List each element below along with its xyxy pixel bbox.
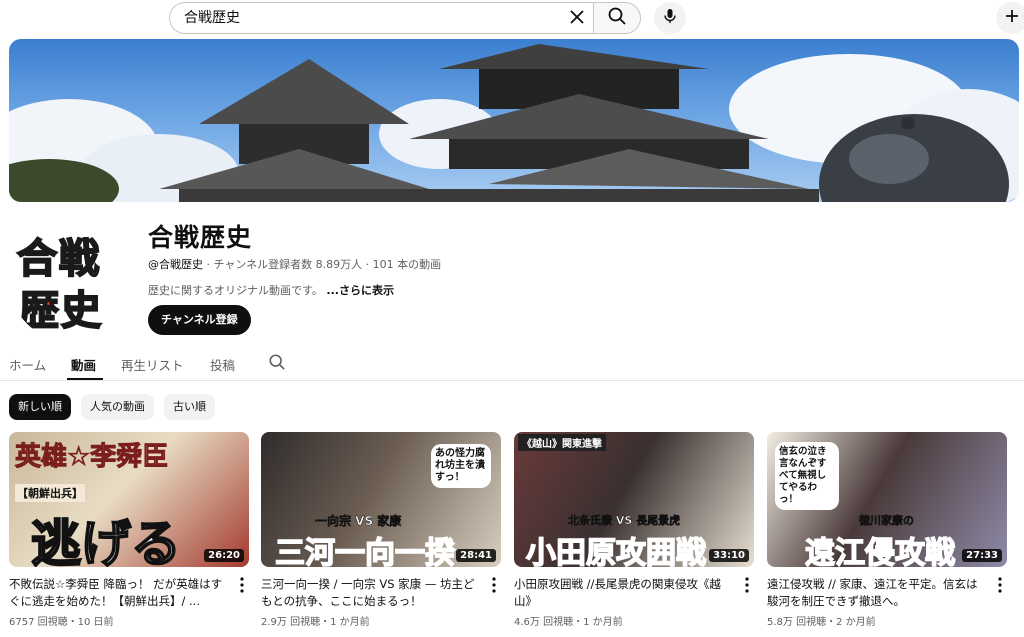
tab-home[interactable]: ホーム [9,355,46,374]
mic-icon [661,7,679,29]
tab-videos[interactable]: 動画 [71,355,96,374]
thumbnail-main-text: 小田原攻囲戦 [525,535,707,567]
channel-avatar[interactable]: 合戦 歴史 [9,218,133,342]
thumbnail-main-text: 三河一向一揆 [274,535,456,567]
avatar-text-bottom: 歴史 [18,287,103,335]
plus-icon [1003,7,1021,29]
more-vert-icon[interactable] [740,576,754,594]
video-title[interactable]: 三河一向一揆 / 一向宗 VS 家康 — 坊主どもとの抗争、ここに始まるっ！ [261,576,479,610]
active-tab-indicator [67,378,103,380]
thumbnail-top-text: 徳川家康の [859,514,915,528]
search-input[interactable]: 合戦歴史 [169,2,593,34]
video-duration: 33:10 [709,549,749,562]
channel-description-text: 歴史に関するオリジナル動画です。 [148,284,323,297]
avatar-text-top: 合戦 [16,235,101,283]
video-meta: 6757 回視聴・10 日前 [9,617,114,628]
search-input-value: 合戦歴史 [184,10,240,26]
thumbnail-tag-text: 【朝鮮出兵】 [15,484,85,502]
tab-posts[interactable]: 投稿 [210,355,235,374]
create-button[interactable] [996,2,1024,34]
video-duration: 26:20 [204,549,244,562]
thumbnail-tag-text: あの怪力腐れ坊主を潰すっ！ [431,444,491,488]
video-card[interactable]: 英雄☆李舜臣 【朝鮮出兵】 逃げる 26:20 不敗伝説☆李舜臣 降臨っ！ だが… [9,432,249,628]
video-thumbnail[interactable]: あの怪力腐れ坊主を潰すっ！ 一向宗 VS 家康 三河一向一揆 28:41 [261,432,501,567]
thumbnail-main-text: 遠江侵攻戦 [804,535,956,567]
channel-stats: · チャンネル登録者数 8.89万人 · 101 本の動画 [203,258,442,271]
video-card[interactable]: 《越山》関東進撃 北条氏康 VS 長尾景虎 小田原攻囲戦 33:10 小田原攻囲… [514,432,754,628]
more-vert-icon[interactable] [487,576,501,594]
channel-handle: @合戦歴史 [148,258,203,271]
close-icon[interactable] [567,7,587,27]
chip-latest[interactable]: 新しい順 [9,394,71,420]
video-meta: 5.8万 回視聴・2 か月前 [767,617,876,628]
chip-oldest[interactable]: 古い順 [164,394,215,420]
thumbnail-top-text: 北条氏康 VS 長尾景虎 [568,514,681,528]
thumbnail-top-text: 一向宗 VS 家康 [315,514,402,529]
video-meta: 2.9万 回視聴・1 か月前 [261,617,370,628]
video-thumbnail[interactable]: 《越山》関東進撃 北条氏康 VS 長尾景虎 小田原攻囲戦 33:10 [514,432,754,567]
castle-banner-image [9,44,1019,202]
channel-banner [9,39,1019,202]
voice-search-button[interactable] [654,2,686,34]
search-box: 合戦歴史 [169,2,641,34]
search-icon [607,6,627,30]
thumbnail-tag-text: 《越山》関東進撃 [518,434,606,451]
video-card[interactable]: あの怪力腐れ坊主を潰すっ！ 一向宗 VS 家康 三河一向一揆 28:41 三河一… [261,432,501,628]
thumbnail-top-text: 英雄☆李舜臣 [14,442,169,473]
show-more-link[interactable]: ...さらに表示 [326,284,394,297]
search-button[interactable] [593,2,641,34]
chip-popular[interactable]: 人気の動画 [81,394,154,420]
thumbnail-main-text: 逃げる [30,514,182,567]
channel-tabs: ホーム 動画 再生リスト 投稿 [0,346,1024,381]
video-duration: 28:41 [456,549,496,562]
video-card[interactable]: 信玄の泣き言なんぞすべて無視してやるわっ！ 徳川家康の 遠江侵攻戦 27:33 … [767,432,1007,628]
more-vert-icon[interactable] [235,576,249,594]
tab-playlists[interactable]: 再生リスト [121,355,184,374]
video-title[interactable]: 小田原攻囲戦 //長尾景虎の関東侵攻《越山》 [514,576,732,610]
channel-description: 歴史に関するオリジナル動画です。 ...さらに表示 [148,282,394,298]
top-bar: 合戦歴史 [0,0,1024,36]
search-icon[interactable] [268,353,286,375]
channel-name: 合戦歴史 [148,223,253,252]
video-thumbnail[interactable]: 信玄の泣き言なんぞすべて無視してやるわっ！ 徳川家康の 遠江侵攻戦 27:33 [767,432,1007,567]
video-thumbnail[interactable]: 英雄☆李舜臣 【朝鮮出兵】 逃げる 26:20 [9,432,249,567]
more-vert-icon[interactable] [993,576,1007,594]
subscribe-button[interactable]: チャンネル登録 [148,305,251,335]
video-title[interactable]: 遠江侵攻戦 // 家康、遠江を平定。信玄は駿河を制圧できず撤退へ。 [767,576,985,610]
video-title[interactable]: 不敗伝説☆李舜臣 降臨っ！ だが英雄はすぐに逃走を始めた！【朝鮮出兵】/ ... [9,576,227,610]
video-duration: 27:33 [962,549,1002,562]
thumbnail-tag-text: 信玄の泣き言なんぞすべて無視してやるわっ！ [775,442,839,510]
video-meta: 4.6万 回視聴・1 か月前 [514,617,623,628]
channel-meta: @合戦歴史 · チャンネル登録者数 8.89万人 · 101 本の動画 [148,256,441,272]
